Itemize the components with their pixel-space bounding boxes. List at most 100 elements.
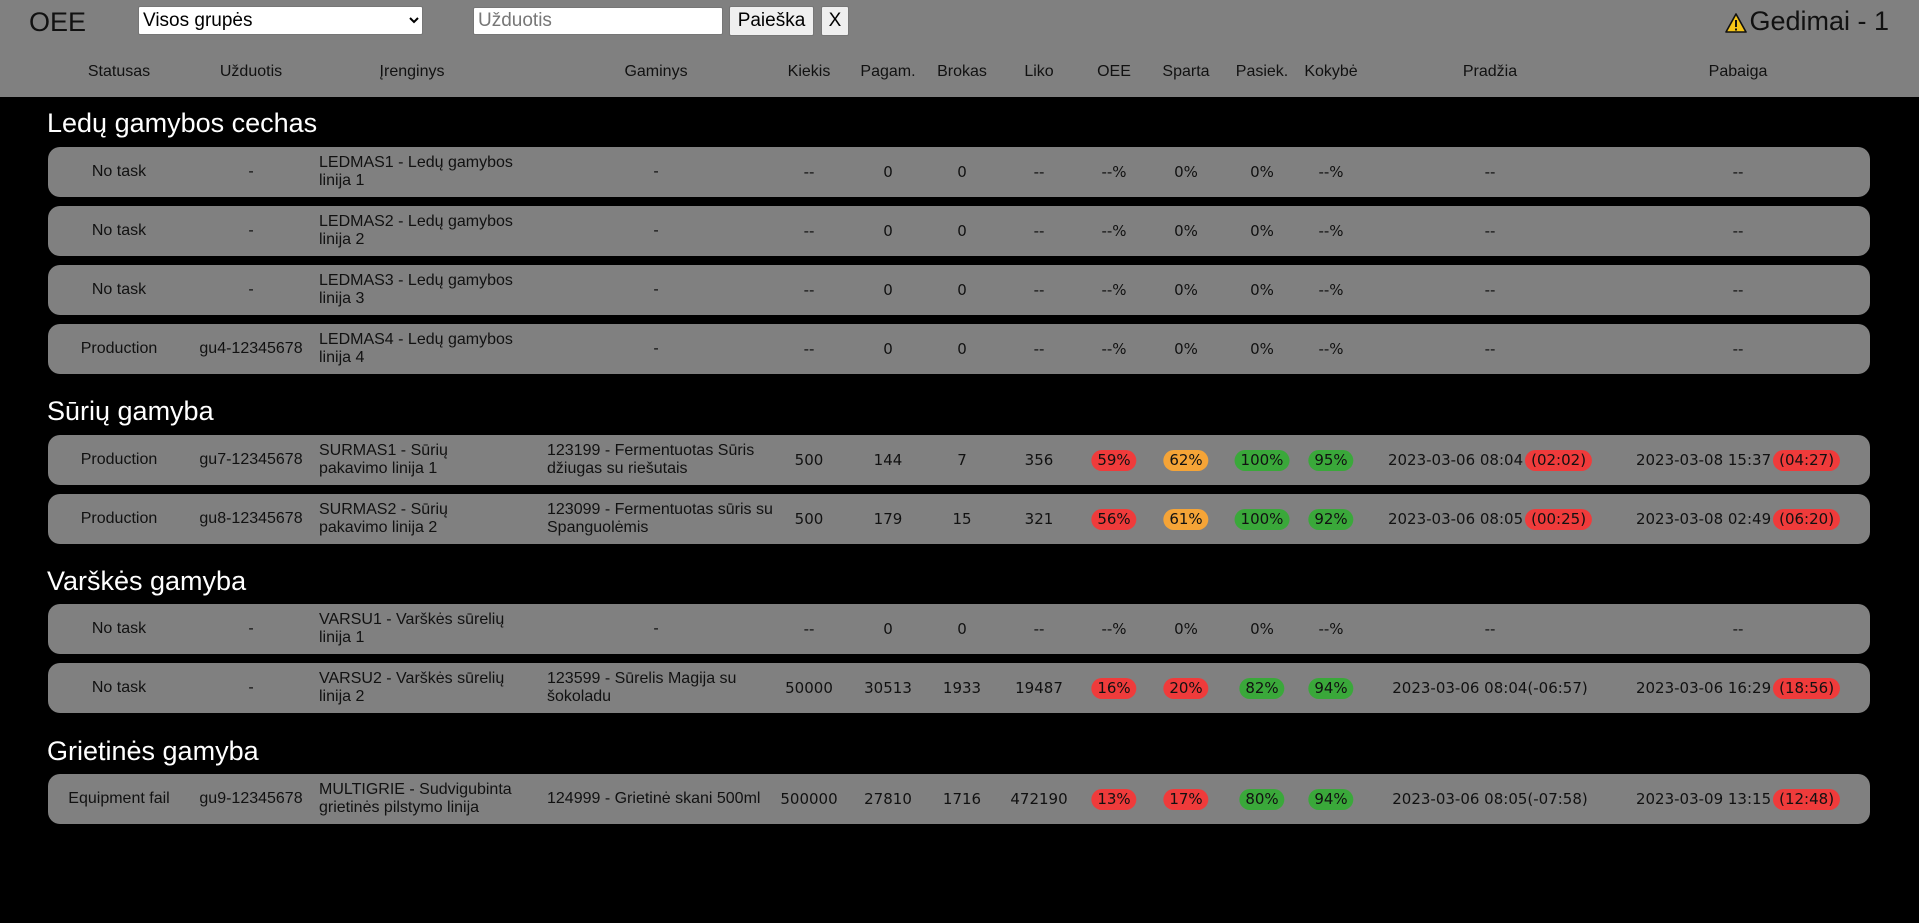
status-cell: No task	[91, 620, 147, 637]
availability-badge-cell: 80%	[1239, 774, 1285, 824]
produced-cell: 0	[883, 340, 893, 358]
status-cell: Production	[80, 340, 158, 357]
quantity-cell: 500	[794, 451, 824, 469]
product-cell: -	[653, 281, 659, 298]
column-header-status: Statusas	[87, 63, 151, 80]
speed-badge-cell: 0%	[1168, 265, 1204, 315]
failures-indicator[interactable]: Gedimai - 1	[1725, 6, 1889, 37]
end-delta: (18:56)	[1773, 677, 1841, 699]
end-delta: (12:48)	[1773, 788, 1841, 810]
oee-badge-cell: 59%	[1091, 435, 1137, 485]
availability-badge: 0%	[1250, 339, 1274, 358]
column-header-scrap: Brokas	[937, 63, 987, 80]
produced-cell: 30513	[864, 679, 912, 697]
scrap-cell: 7	[957, 451, 967, 469]
speed-badge: 20%	[1163, 677, 1209, 699]
equipment-row[interactable]: No task - VARSU2 - Varškės sūrelių linija …	[48, 663, 1870, 713]
availability-badge: 80%	[1239, 788, 1285, 810]
remaining-cell: 19487	[1015, 679, 1063, 697]
remaining-cell: 472190	[1010, 790, 1068, 808]
quantity-cell: --	[803, 163, 815, 181]
task-search-input[interactable]	[473, 7, 723, 35]
quality-badge-cell: --%	[1312, 206, 1349, 256]
task-cell: -	[248, 620, 254, 637]
oee-badge: 13%	[1091, 788, 1137, 810]
clear-search-button[interactable]: X	[821, 6, 849, 36]
app-logo: OEE	[29, 7, 87, 37]
produced-cell: 0	[883, 281, 893, 299]
oee-badge-cell: --%	[1095, 324, 1132, 374]
speed-badge-cell: 17%	[1163, 774, 1209, 824]
start-delta: (-06:57)	[1527, 679, 1588, 697]
produced-cell: 0	[883, 163, 893, 181]
group-title: Varškės gamyba	[47, 566, 247, 596]
end-time: 2023-03-08 15:37	[1635, 451, 1772, 469]
status-cell: Production	[80, 510, 158, 527]
equipment-row[interactable]: Production gu4-12345678 LEDMAS4 - Ledų gam…	[48, 324, 1870, 374]
start-cell: 2023-03-06 08:04 (-06:57)	[1392, 663, 1588, 713]
equipment-row[interactable]: Production gu7-12345678 SURMAS1 - Sūrių pa…	[48, 435, 1870, 485]
availability-badge: 100%	[1234, 508, 1290, 530]
product-cell: 123099 - Fermentuotas sūris su Spanguolė…	[547, 501, 773, 536]
equipment-row[interactable]: Production gu8-12345678 SURMAS2 - Sūrių pa…	[48, 494, 1870, 544]
speed-badge: 62%	[1163, 449, 1209, 471]
warning-icon	[1725, 13, 1748, 33]
quantity-cell: --	[803, 620, 815, 638]
speed-badge-cell: 61%	[1163, 494, 1209, 544]
task-cell: -	[248, 281, 254, 298]
end-cell: --	[1733, 324, 1744, 374]
speed-badge-cell: 0%	[1168, 604, 1204, 654]
column-header-device: Įrenginys	[379, 63, 445, 80]
speed-badge: 0%	[1174, 280, 1198, 299]
product-cell: 123199 - Fermentuotas Sūris džiugas su r…	[547, 442, 755, 477]
task-cell: -	[248, 163, 254, 180]
end-cell: 2023-03-08 15:37 (04:27)	[1635, 435, 1841, 485]
quality-badge-cell: --%	[1312, 604, 1349, 654]
oee-badge-cell: --%	[1095, 147, 1132, 197]
quality-badge: --%	[1318, 162, 1344, 181]
quality-badge-cell: 92%	[1308, 494, 1354, 544]
remaining-cell: 321	[1024, 510, 1054, 528]
quality-badge: --%	[1318, 339, 1344, 358]
status-cell: No task	[91, 163, 147, 180]
end-time: --	[1732, 163, 1744, 181]
status-cell: Equipment fail	[68, 790, 170, 807]
status-cell: Production	[80, 451, 158, 468]
status-cell: No task	[91, 679, 147, 696]
start-time: 2023-03-06 08:04	[1392, 679, 1528, 697]
start-cell: --	[1485, 147, 1496, 197]
oee-badge-cell: --%	[1095, 604, 1132, 654]
scrap-cell: 15	[952, 510, 972, 528]
availability-badge-cell: 0%	[1244, 604, 1280, 654]
availability-badge: 0%	[1250, 619, 1274, 638]
start-cell: --	[1485, 604, 1496, 654]
quality-badge: 92%	[1308, 508, 1354, 530]
search-button[interactable]: Paieška	[729, 6, 814, 36]
start-time: 2023-03-06 08:05	[1392, 790, 1528, 808]
quality-badge-cell: --%	[1312, 265, 1349, 315]
group-title: Grietinės gamyba	[47, 736, 259, 766]
quality-badge: --%	[1318, 221, 1344, 240]
column-header-qty: Kiekis	[787, 63, 831, 80]
oee-badge: --%	[1101, 221, 1127, 240]
oee-badge-cell: 13%	[1091, 774, 1137, 824]
quality-badge: 94%	[1308, 677, 1354, 699]
device-cell: LEDMAS3 - Ledų gamybos linija 3	[319, 272, 513, 307]
equipment-row[interactable]: No task - LEDMAS3 - Ledų gamybos linija 3 -…	[48, 265, 1870, 315]
end-time: --	[1732, 620, 1744, 638]
column-header-product: Gaminys	[624, 63, 688, 80]
product-cell: -	[653, 340, 659, 357]
equipment-row[interactable]: No task - LEDMAS2 - Ledų gamybos linija 2 -…	[48, 206, 1870, 256]
device-cell: SURMAS2 - Sūrių pakavimo linija 2	[319, 501, 448, 536]
speed-badge: 61%	[1163, 508, 1209, 530]
device-cell: VARSU1 - Varškės sūrelių linija 1	[319, 611, 505, 646]
group-select[interactable]: Visos grupės	[138, 6, 423, 35]
equipment-row[interactable]: Equipment fail gu9-12345678 MULTIGRIE - Su…	[48, 774, 1870, 824]
speed-badge: 0%	[1174, 221, 1198, 240]
equipment-row[interactable]: No task - VARSU1 - Varškės sūrelių linija …	[48, 604, 1870, 654]
equipment-row[interactable]: No task - LEDMAS1 - Ledų gamybos linija 1 -…	[48, 147, 1870, 197]
produced-cell: 179	[873, 510, 903, 528]
availability-badge-cell: 82%	[1239, 663, 1285, 713]
end-time: --	[1732, 340, 1744, 358]
column-header-made: Pagam.	[860, 63, 916, 80]
